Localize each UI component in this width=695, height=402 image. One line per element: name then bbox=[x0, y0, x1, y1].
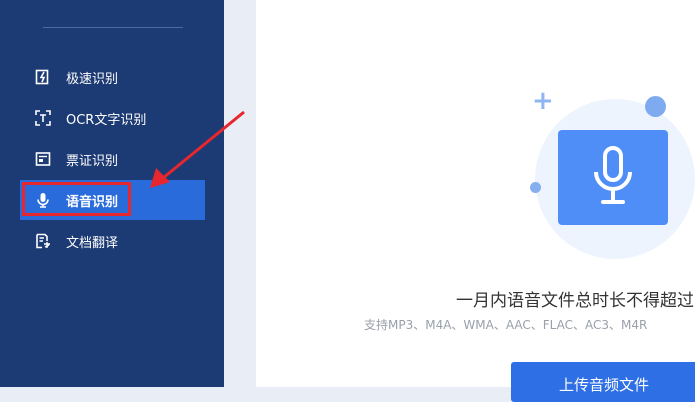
sidebar-item-label: OCR文字识别 bbox=[66, 112, 147, 128]
gap-panel bbox=[224, 0, 256, 387]
highlight-box bbox=[22, 182, 131, 216]
sidebar-item-doc-translate[interactable]: 文档翻译 bbox=[20, 221, 205, 261]
microphone-card bbox=[558, 130, 668, 225]
upload-audio-button[interactable]: 上传音频文件 bbox=[511, 362, 695, 402]
sidebar-item-fast-recognition[interactable]: 极速识别 bbox=[20, 57, 205, 97]
plus-decoration-icon: + bbox=[532, 86, 554, 116]
dot-decoration bbox=[645, 96, 666, 117]
lightning-doc-icon bbox=[34, 68, 52, 86]
supported-formats-text: 支持MP3、M4A、WMA、AAC、FLAC、AC3、M4R bbox=[364, 318, 648, 332]
doc-translate-icon bbox=[34, 232, 52, 250]
sidebar-item-ticket[interactable]: 票证识别 bbox=[20, 139, 205, 179]
sidebar-item-label: 极速识别 bbox=[66, 71, 119, 87]
sidebar-item-label: 文档翻译 bbox=[66, 235, 119, 251]
sidebar-item-ocr[interactable]: OCR文字识别 bbox=[20, 98, 205, 138]
sidebar-item-label: 票证识别 bbox=[66, 153, 119, 169]
dot-decoration-small bbox=[530, 182, 541, 193]
ticket-icon bbox=[34, 150, 52, 168]
sidebar-divider bbox=[43, 27, 183, 28]
limit-notice-title: 一月内语音文件总时长不得超过 bbox=[456, 291, 694, 311]
microphone-icon bbox=[589, 145, 637, 210]
scan-text-icon bbox=[34, 109, 52, 127]
